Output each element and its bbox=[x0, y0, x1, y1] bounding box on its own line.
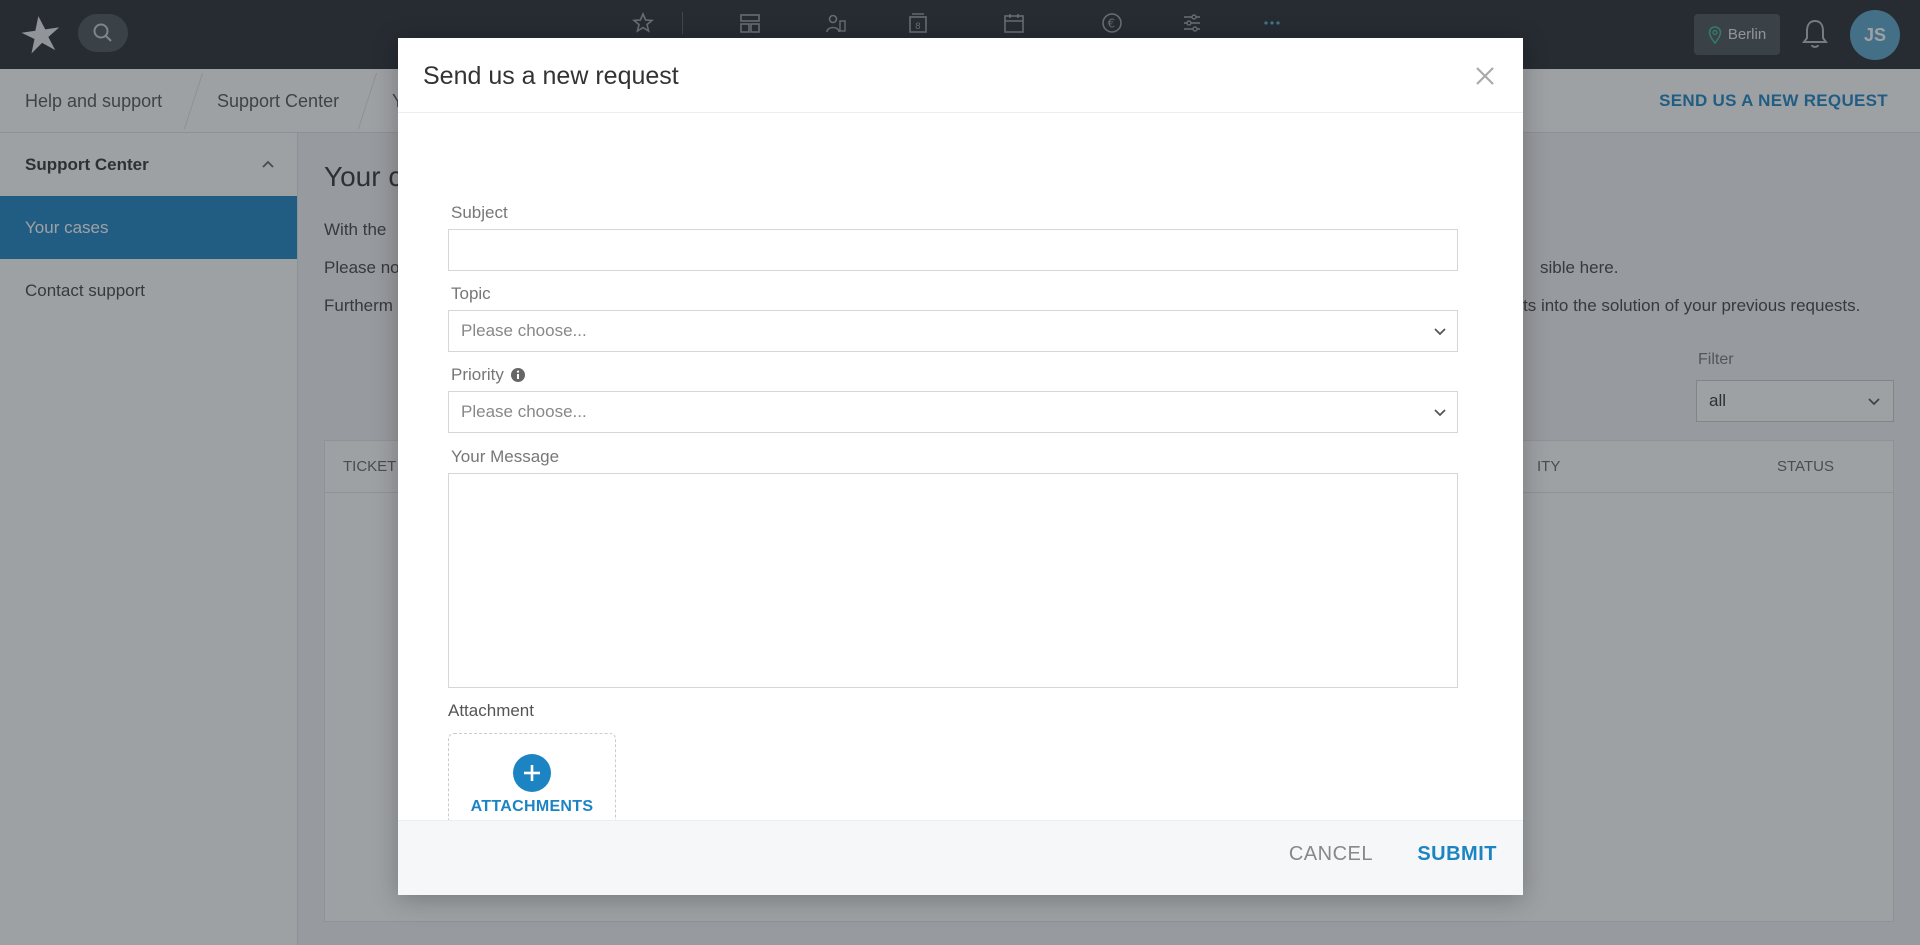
subject-input[interactable] bbox=[449, 230, 1457, 270]
message-textarea[interactable] bbox=[449, 474, 1457, 687]
priority-label-row: Priority bbox=[451, 365, 526, 385]
dialog-footer: CANCEL SUBMIT bbox=[398, 820, 1523, 895]
plus-icon bbox=[513, 754, 551, 792]
message-label: Your Message bbox=[451, 447, 560, 466]
priority-placeholder: Please choose... bbox=[461, 402, 587, 421]
message-field[interactable] bbox=[448, 473, 1458, 688]
dialog-title: Send us a new request bbox=[423, 62, 679, 90]
priority-label: Priority bbox=[451, 365, 504, 384]
topic-label: Topic bbox=[451, 284, 491, 303]
subject-field[interactable] bbox=[448, 229, 1458, 271]
subject-label: Subject bbox=[451, 203, 508, 222]
submit-button[interactable]: SUBMIT bbox=[1417, 843, 1497, 866]
new-request-dialog: Send us a new request Subject Topic Plea… bbox=[398, 38, 1523, 895]
info-icon[interactable] bbox=[510, 367, 526, 383]
topic-placeholder: Please choose... bbox=[461, 321, 587, 340]
chevron-down-icon bbox=[1434, 409, 1446, 417]
priority-select[interactable]: Please choose... bbox=[448, 391, 1458, 433]
cancel-button[interactable]: CANCEL bbox=[1289, 843, 1373, 866]
chevron-down-icon bbox=[1434, 328, 1446, 336]
attachments-button-label: ATTACHMENTS bbox=[470, 798, 594, 815]
close-icon[interactable] bbox=[1473, 64, 1497, 88]
dialog-header: Send us a new request bbox=[398, 38, 1523, 113]
attachment-label: Attachment bbox=[448, 701, 534, 720]
topic-select[interactable]: Please choose... bbox=[448, 310, 1458, 352]
